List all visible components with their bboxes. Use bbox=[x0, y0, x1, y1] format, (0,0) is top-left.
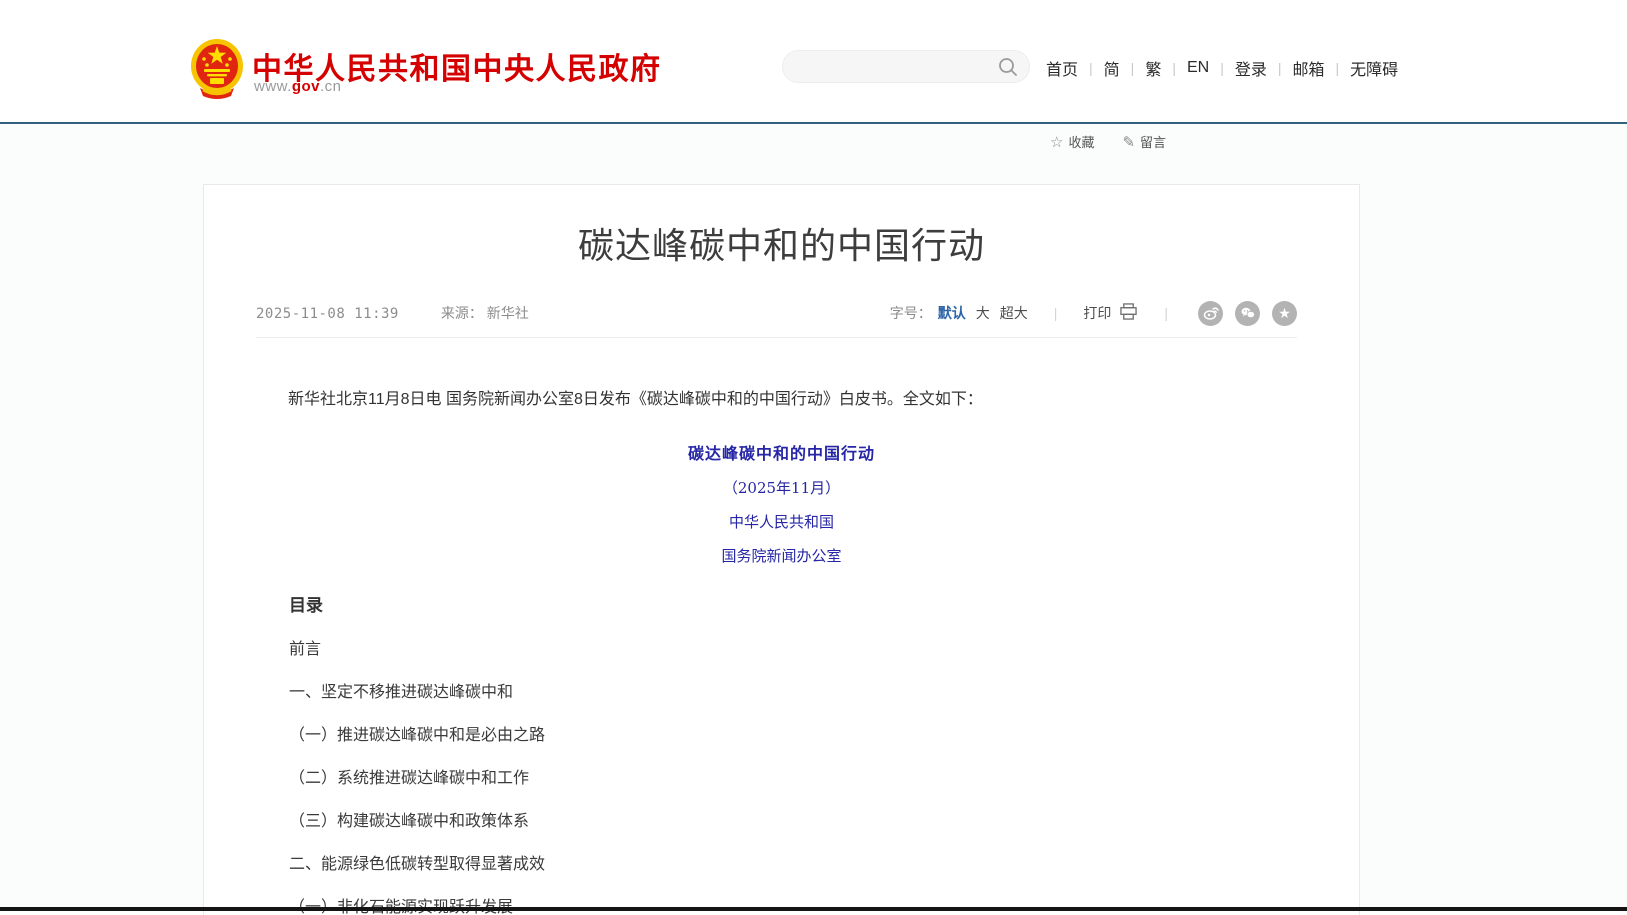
star-glyph: ★ bbox=[1278, 306, 1291, 320]
toc-item-preface: 前言 bbox=[289, 642, 1359, 658]
nav-mail[interactable]: 邮箱 bbox=[1293, 56, 1325, 80]
doc-title: 碳达峰碳中和的中国行动 bbox=[204, 440, 1359, 464]
nav-separator: | bbox=[1172, 60, 1176, 76]
site-header: 中华人民共和国中央人民政府 www.gov.cn 首页| 简| 繁| EN| 登… bbox=[0, 0, 1627, 122]
source-value: 新华社 bbox=[487, 305, 529, 321]
toc-item-1-2: （二）系统推进碳达峰碳中和工作 bbox=[289, 771, 1359, 787]
toc-item-1-1: （一）推进碳达峰碳中和是必由之路 bbox=[289, 728, 1359, 744]
message-button[interactable]: ✎ 留言 bbox=[1122, 132, 1166, 151]
share-icons: ★ bbox=[1198, 301, 1297, 326]
nav-separator: | bbox=[1220, 60, 1224, 76]
doc-org-line2: 国务院新闻办公室 bbox=[204, 545, 1359, 566]
pencil-icon: ✎ bbox=[1122, 133, 1135, 151]
search-icon[interactable] bbox=[997, 56, 1019, 78]
article-title: 碳达峰碳中和的中国行动 bbox=[204, 225, 1359, 266]
nav-accessibility[interactable]: 无障碍 bbox=[1350, 56, 1398, 80]
weibo-icon[interactable] bbox=[1198, 301, 1223, 326]
toc-item-1: 一、坚定不移推进碳达峰碳中和 bbox=[289, 685, 1359, 701]
site-url-prefix: www. bbox=[254, 78, 292, 95]
source-label: 来源： bbox=[441, 305, 483, 321]
font-size-default-button[interactable]: 默认 bbox=[938, 303, 966, 323]
doc-org-line1: 中华人民共和国 bbox=[204, 511, 1359, 532]
top-nav: 首页 | 简 | 繁 | EN | 登录 | 邮箱 | 无障碍 bbox=[1046, 56, 1398, 80]
article-meta-right: 字号： 默认 大 超大 | 打印 | bbox=[890, 301, 1297, 326]
print-button[interactable]: 打印 bbox=[1083, 303, 1138, 323]
favorite-label: 收藏 bbox=[1068, 132, 1094, 151]
meta-separator: | bbox=[1164, 305, 1168, 321]
star-share-icon[interactable]: ★ bbox=[1272, 301, 1297, 326]
nav-login[interactable]: 登录 bbox=[1235, 56, 1267, 80]
toc-list: 前言 一、坚定不移推进碳达峰碳中和 （一）推进碳达峰碳中和是必由之路 （二）系统… bbox=[289, 642, 1359, 915]
nav-separator: | bbox=[1131, 60, 1135, 76]
article-date: 2025-11-08 11:39 bbox=[256, 306, 399, 322]
favorite-button[interactable]: ☆ 收藏 bbox=[1050, 132, 1094, 151]
window-bottom-edge bbox=[0, 907, 1627, 911]
toc-item-2: 二、能源绿色低碳转型取得显著成效 bbox=[289, 857, 1359, 873]
print-label: 打印 bbox=[1083, 303, 1111, 323]
nav-english[interactable]: EN bbox=[1187, 59, 1209, 77]
gov-cn-page: 中华人民共和国中央人民政府 www.gov.cn 首页| 简| 繁| EN| 登… bbox=[0, 0, 1627, 915]
meta-divider-line bbox=[256, 337, 1297, 338]
star-outline-icon: ☆ bbox=[1050, 133, 1063, 151]
doc-date: （2025年11月） bbox=[204, 477, 1359, 498]
search-box[interactable] bbox=[782, 50, 1030, 83]
article-card: 碳达峰碳中和的中国行动 2025-11-08 11:39 来源： 新华社 字号：… bbox=[203, 184, 1360, 915]
nav-home[interactable]: 首页 bbox=[1046, 56, 1078, 80]
font-size-large-button[interactable]: 大 bbox=[976, 303, 990, 323]
quick-links-bar: ☆ 收藏 ✎ 留言 bbox=[1050, 132, 1166, 151]
nav-simplified[interactable]: 简 bbox=[1104, 56, 1120, 80]
article-meta-left: 2025-11-08 11:39 来源： 新华社 bbox=[256, 303, 529, 323]
toc-heading: 目录 bbox=[289, 591, 1359, 616]
site-url-suffix: .cn bbox=[320, 78, 342, 95]
nav-traditional[interactable]: 繁 bbox=[1145, 56, 1161, 80]
toc-item-1-3: （三）构建碳达峰碳中和政策体系 bbox=[289, 814, 1359, 830]
nav-separator: | bbox=[1336, 60, 1340, 76]
nav-separator: | bbox=[1089, 60, 1093, 76]
printer-icon bbox=[1119, 303, 1138, 323]
font-size-label: 字号： bbox=[890, 303, 932, 323]
site-url-gov: gov bbox=[292, 78, 320, 95]
font-size-xlarge-button[interactable]: 超大 bbox=[1000, 303, 1028, 323]
search-input[interactable] bbox=[799, 51, 989, 82]
national-emblem-logo bbox=[190, 38, 244, 100]
site-url: www.gov.cn bbox=[254, 78, 342, 95]
meta-separator: | bbox=[1054, 305, 1058, 321]
article-lead-paragraph: 新华社北京11月8日电 国务院新闻办公室8日发布《碳达峰碳中和的中国行动》白皮书… bbox=[256, 387, 1299, 413]
article-meta-row: 2025-11-08 11:39 来源： 新华社 字号： 默认 大 超大 | 打… bbox=[256, 302, 1297, 324]
nav-separator: | bbox=[1278, 60, 1282, 76]
message-label: 留言 bbox=[1140, 132, 1166, 151]
wechat-icon[interactable] bbox=[1235, 301, 1260, 326]
article-source: 来源： 新华社 bbox=[441, 303, 529, 323]
